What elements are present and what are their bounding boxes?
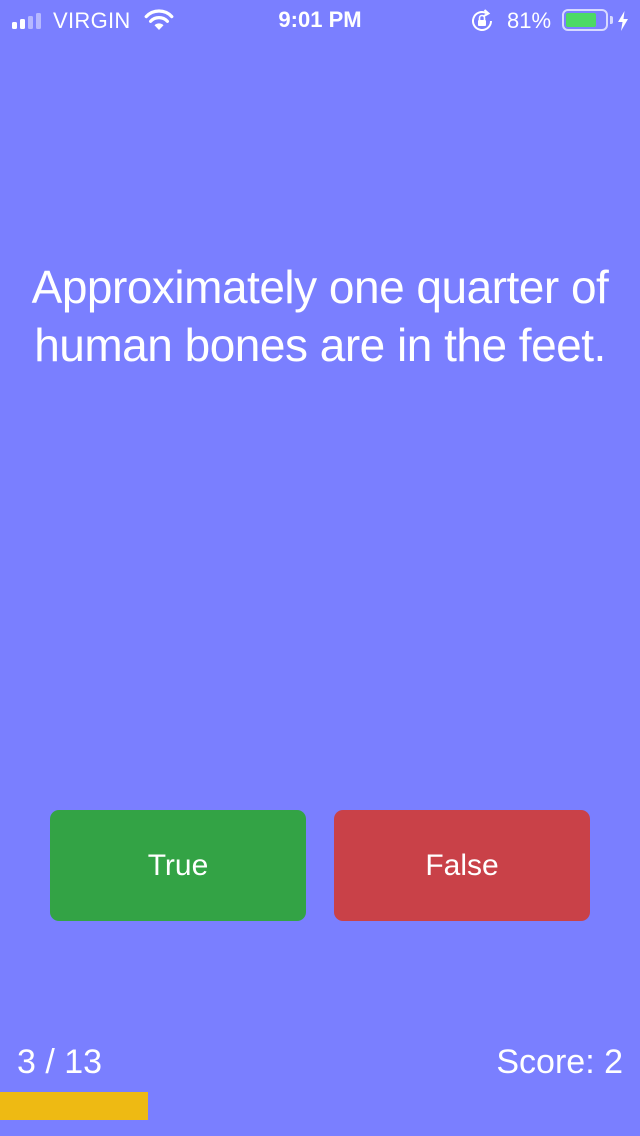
battery-tip <box>610 16 613 24</box>
false-button[interactable]: False <box>334 810 590 921</box>
charging-bolt-icon <box>618 11 628 31</box>
battery-level-fill <box>566 13 597 27</box>
battery-percentage: 81% <box>507 8 552 33</box>
status-bar: VIRGIN 9:01 PM 81% <box>0 0 640 40</box>
progress-bar <box>0 1092 640 1120</box>
question-text: Approximately one quarter of human bones… <box>31 261 609 371</box>
true-button[interactable]: True <box>50 810 306 921</box>
progress-bar-fill <box>0 1092 148 1120</box>
battery-icon <box>562 9 608 31</box>
rotation-lock-icon <box>472 9 492 31</box>
question-progress-label: 3 / 13 <box>17 1043 103 1081</box>
score-label: Score: 2 <box>496 1043 623 1081</box>
